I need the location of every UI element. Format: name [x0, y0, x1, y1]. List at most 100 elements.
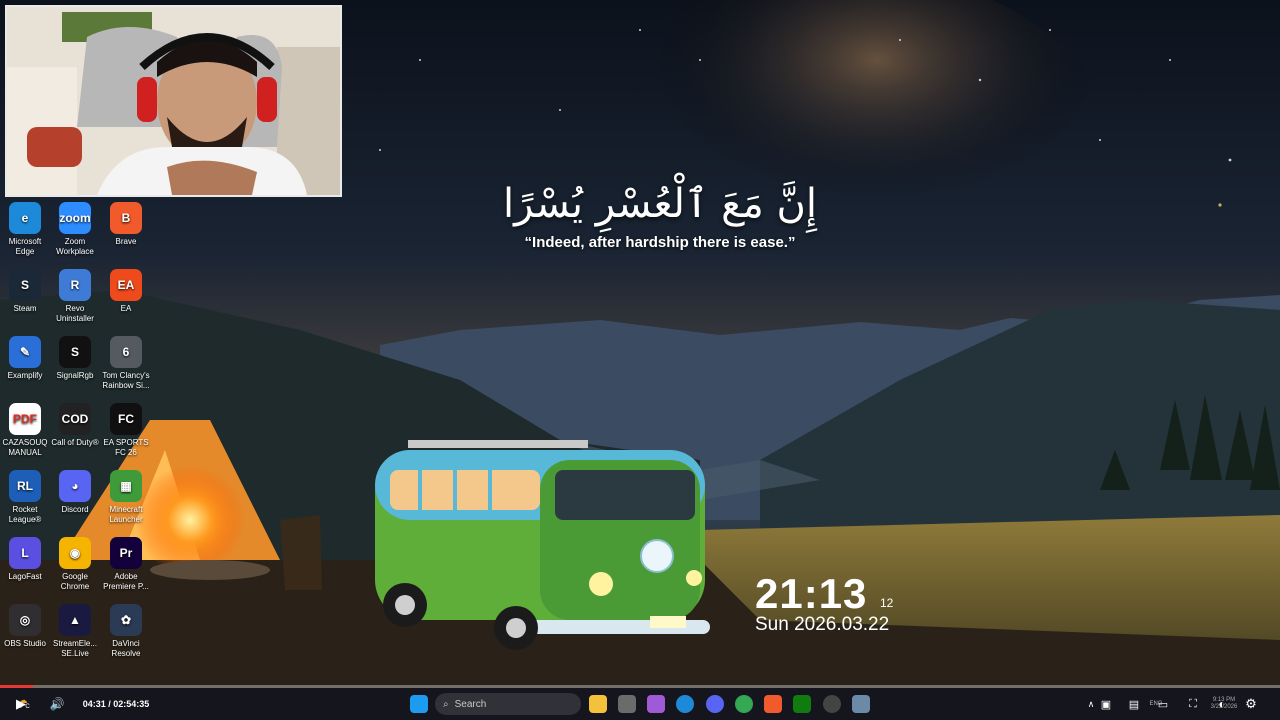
desktop-icon-label: SignalRgb — [56, 371, 94, 380]
desktop-icon-label: Adobe Premiere P... — [103, 572, 149, 591]
lagofast-icon: L — [9, 537, 41, 569]
webcam-overlay — [5, 5, 342, 197]
desktop-icon-label: Examplify — [7, 371, 43, 380]
desktop-icon[interactable]: e Microsoft Edge — [0, 202, 50, 257]
search-icon: ⌕ — [443, 698, 449, 710]
desktop-icon[interactable]: ✎ Examplify — [0, 336, 50, 381]
premiere-icon: Pr — [110, 537, 142, 569]
minecraft-icon: ▦ — [110, 470, 142, 502]
desktop-icon-label: Tom Clancy's Rainbow Si... — [102, 371, 150, 390]
desktop-icon-label: Minecraft Launcher — [109, 505, 143, 524]
desktop-icon-label: EA — [120, 304, 132, 313]
call-of-duty-icon: COD — [59, 403, 91, 435]
desktop-clock-widget: 21:13 12 Sun 2026.03.22 — [755, 570, 893, 636]
signalrgb-icon: S — [59, 336, 91, 368]
fc26-icon: FC — [110, 403, 142, 435]
taskbar-search[interactable]: ⌕ Search — [435, 693, 581, 715]
discord-taskbar-icon[interactable] — [706, 695, 724, 713]
desktop-icon-label: Rocket League® — [8, 505, 42, 524]
video-current-time: 04:31 — [82, 699, 106, 709]
desktop-icon[interactable]: L LagoFast — [0, 537, 50, 582]
davinci-icon: ✿ — [110, 604, 142, 636]
microsoft-store-icon[interactable] — [618, 695, 636, 713]
desktop-icon-label: CAZASOUQ MANUAL — [2, 438, 48, 457]
brave-taskbar-icon[interactable] — [764, 695, 782, 713]
search-placeholder: Search — [454, 698, 487, 710]
miniplayer-icon[interactable]: ▣ — [1098, 688, 1114, 720]
desktop-icon[interactable]: 6 Tom Clancy's Rainbow Si... — [101, 336, 151, 391]
desktop-icon[interactable]: zoom Zoom Workplace — [50, 202, 100, 257]
video-time-readout: 04:31 / 02:54:35 — [76, 688, 156, 720]
desktop-icon-label: Revo Uninstaller — [56, 304, 94, 323]
desktop-icon-label: Steam — [13, 304, 37, 313]
copilot-icon[interactable] — [647, 695, 665, 713]
desktop-icon[interactable]: RL Rocket League® — [0, 470, 50, 525]
desktop-icon-label: EA SPORTS FC 26 — [103, 438, 149, 457]
ea-icon: EA — [110, 269, 142, 301]
revo-icon: R — [59, 269, 91, 301]
desktop-icon-label: OBS Studio — [4, 639, 46, 648]
desktop-icon-label: Zoom Workplace — [56, 237, 94, 256]
desktop-icon[interactable]: PDF CAZASOUQ MANUAL — [0, 403, 50, 458]
clock-seconds: 12 — [880, 596, 894, 610]
desktop-icon[interactable]: FC EA SPORTS FC 26 — [101, 403, 151, 458]
desktop-icon[interactable]: ✿ DaVinci Resolve — [101, 604, 151, 659]
desktop-icon[interactable]: ▲ StreamEle... SE.Live — [50, 604, 100, 659]
desktop-icon-label: DaVinci Resolve — [111, 639, 141, 658]
rainbow-six-icon: 6 — [110, 336, 142, 368]
desktop-icon[interactable]: ◎ OBS Studio — [0, 604, 50, 649]
examplify-icon: ✎ — [9, 336, 41, 368]
tray-chevron-up-icon[interactable]: ∧ — [1084, 688, 1098, 720]
pdf-icon: PDF — [9, 403, 41, 435]
chrome-taskbar-icon[interactable] — [735, 695, 753, 713]
video-time-separator: / — [108, 699, 111, 709]
obs-icon: ◎ — [9, 604, 41, 636]
fullscreen-icon[interactable]: ⛶ — [1185, 688, 1201, 720]
webcam-person-image — [7, 7, 340, 195]
xbox-icon[interactable] — [793, 695, 811, 713]
zoom-icon: zoom — [59, 202, 91, 234]
desktop-icon-label: Discord — [61, 505, 89, 514]
desktop-icon[interactable]: ◉ Google Chrome — [50, 537, 100, 592]
app-taskbar-icon[interactable] — [852, 695, 870, 713]
obs-taskbar-icon[interactable] — [823, 695, 841, 713]
desktop-icon[interactable]: ▦ Minecraft Launcher — [101, 470, 151, 525]
desktop-icon-label: Microsoft Edge — [8, 237, 42, 256]
desktop-icon[interactable]: S SignalRgb — [50, 336, 100, 381]
quote-english-text: “Indeed, after hardship there is ease.” — [524, 234, 796, 251]
desktop-icon[interactable]: COD Call of Duty® — [50, 403, 100, 448]
clock-date: Sun 2026.03.22 — [755, 614, 890, 635]
desktop-icon-label: StreamEle... SE.Live — [52, 639, 97, 658]
taskbar: ☁ 17°C ▶ 🔊 04:31 / 02:54:35 ⌕ Search ∧ ▣… — [0, 688, 1280, 720]
desktop-icon[interactable]: ◕ Discord — [50, 470, 100, 515]
brave-icon: B — [110, 202, 142, 234]
desktop-icon[interactable]: R Revo Uninstaller — [50, 269, 100, 324]
rocket-league-icon: RL — [9, 470, 41, 502]
desktop-icon[interactable]: Pr Adobe Premiere P... — [101, 537, 151, 592]
desktop-icon[interactable]: B Brave — [101, 202, 151, 247]
desktop-icon[interactable]: EA EA — [101, 269, 151, 314]
chrome-icon: ◉ — [59, 537, 91, 569]
theater-mode-icon[interactable]: ▭ — [1155, 688, 1171, 720]
quote-arabic-text: إِنَّ مَعَ ٱلْعُسْرِ يُسْرًا — [502, 181, 818, 227]
tray-app-icon[interactable]: ▤ — [1126, 688, 1142, 720]
clock-time: 21:13 — [755, 570, 868, 617]
streamelements-icon: ▲ — [59, 604, 91, 636]
desktop-icon-label: Call of Duty® — [51, 438, 99, 447]
volume-icon[interactable]: 🔊 — [48, 688, 66, 720]
edge-taskbar-icon[interactable] — [676, 695, 694, 713]
edge-icon: e — [9, 202, 41, 234]
play-icon[interactable]: ▶ — [12, 688, 30, 720]
discord-icon: ◕ — [59, 470, 91, 502]
windows-start-icon[interactable] — [410, 695, 428, 713]
settings-gear-icon[interactable]: ⚙ — [1243, 688, 1259, 720]
desktop-icon-label: Brave — [115, 237, 137, 246]
wallpaper-quote: إِنَّ مَعَ ٱلْعُسْرِ يُسْرًا “Indeed, af… — [470, 178, 850, 251]
autoplay-icon[interactable]: ◐ — [1214, 688, 1230, 720]
steam-icon: S — [9, 269, 41, 301]
file-explorer-icon[interactable] — [589, 695, 607, 713]
desktop-icon-label: LagoFast — [8, 572, 42, 581]
video-duration: 02:54:35 — [113, 699, 150, 709]
desktop-icon-label: Google Chrome — [60, 572, 90, 591]
desktop-icon[interactable]: S Steam — [0, 269, 50, 314]
